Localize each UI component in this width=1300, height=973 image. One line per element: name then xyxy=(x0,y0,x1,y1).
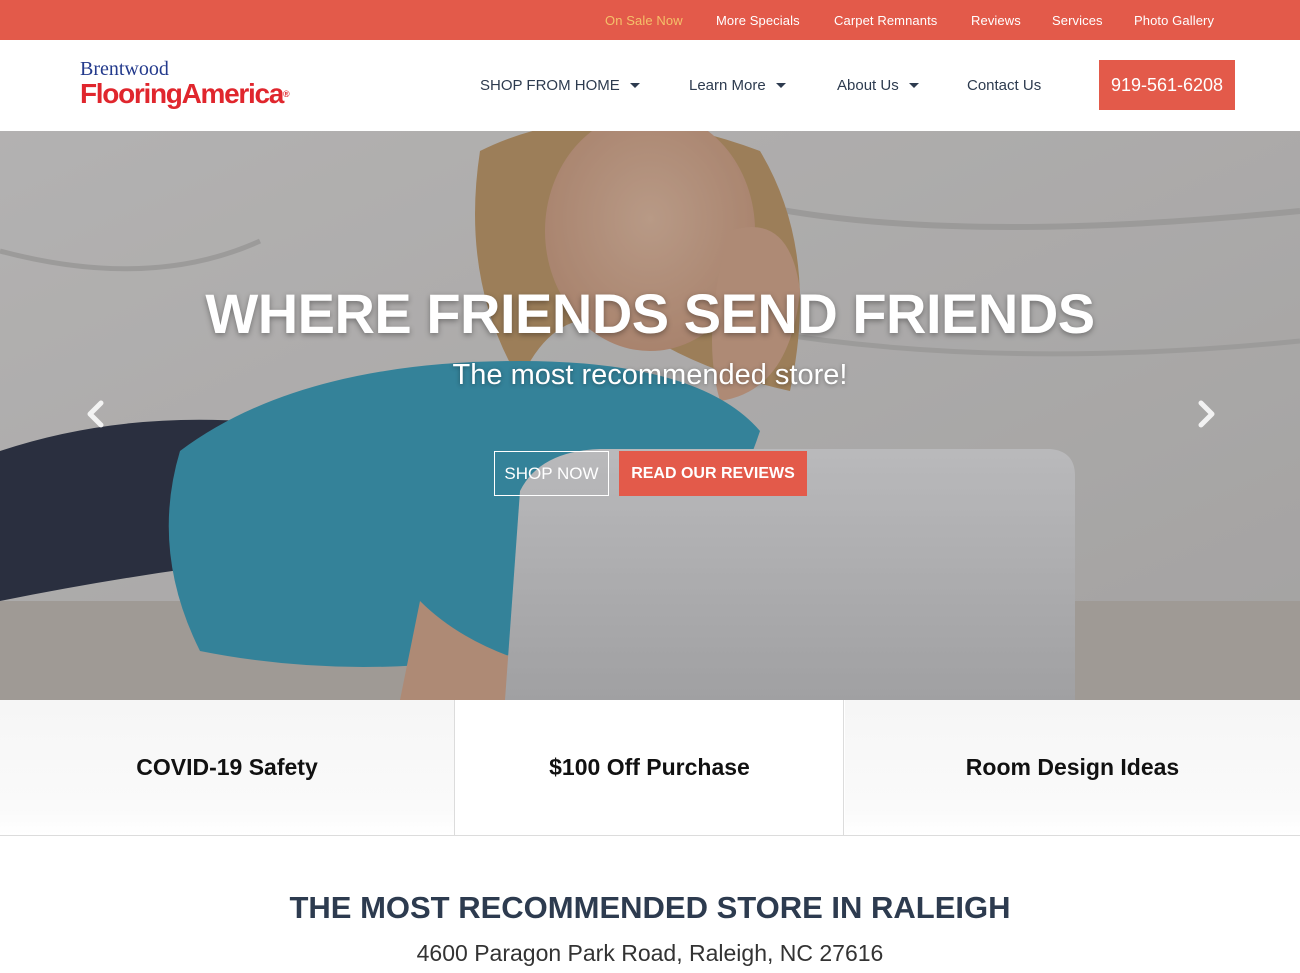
topbar-link-more-specials[interactable]: More Specials xyxy=(716,13,800,28)
site-header: Brentwood FlooringAmerica® SHOP FROM HOM… xyxy=(0,40,1300,131)
shop-now-button[interactable]: SHOP NOW xyxy=(494,451,609,496)
topbar-link-services[interactable]: Services xyxy=(1052,13,1103,28)
feature-room-design-ideas[interactable]: Room Design Ideas xyxy=(845,700,1300,835)
nav-contact-us-label: Contact Us xyxy=(967,77,1042,94)
nav-shop-from-home[interactable]: SHOP FROM HOME xyxy=(480,77,640,94)
nav-contact-us[interactable]: Contact Us xyxy=(967,77,1041,94)
hero-subtitle: The most recommended store! xyxy=(452,359,848,391)
brand-logo[interactable]: Brentwood FlooringAmerica® xyxy=(80,58,310,114)
logo-registered-mark: ® xyxy=(282,89,290,99)
caret-down-icon xyxy=(629,82,640,88)
nav-learn-more[interactable]: Learn More xyxy=(689,77,786,94)
chevron-left-icon[interactable] xyxy=(82,399,112,429)
hero-overlay xyxy=(0,131,1300,700)
chevron-right-icon[interactable] xyxy=(1190,399,1220,429)
feature-100-off[interactable]: $100 Off Purchase xyxy=(456,700,844,835)
nav-about-us[interactable]: About Us xyxy=(837,77,919,94)
logo-line-brentwood: Brentwood xyxy=(80,58,169,80)
section-title: THE MOST RECOMMENDED STORE IN RALEIGH xyxy=(289,890,1011,925)
topbar-link-carpet-remnants[interactable]: Carpet Remnants xyxy=(834,13,937,28)
topbar-link-on-sale-now[interactable]: On Sale Now xyxy=(605,13,683,28)
topbar-link-reviews[interactable]: Reviews xyxy=(971,13,1021,28)
caret-down-icon xyxy=(908,82,919,88)
top-utility-bar: On Sale Now More Specials Carpet Remnant… xyxy=(0,0,1300,40)
read-reviews-button[interactable]: READ OUR REVIEWS xyxy=(619,451,807,496)
topbar-link-photo-gallery[interactable]: Photo Gallery xyxy=(1134,13,1214,28)
nav-learn-more-label: Learn More xyxy=(689,77,766,94)
store-address: 4600 Paragon Park Road, Raleigh, NC 2761… xyxy=(416,940,884,966)
logo-wordmark: FlooringAmerica xyxy=(80,78,284,109)
hero-title: WHERE FRIENDS SEND FRIENDS xyxy=(205,282,1095,345)
feature-covid-safety[interactable]: COVID-19 Safety xyxy=(0,700,455,835)
feature-links: COVID-19 Safety $100 Off Purchase Room D… xyxy=(0,700,1300,836)
logo-line-flooring-america: FlooringAmerica® xyxy=(80,78,290,110)
nav-shop-from-home-label: SHOP FROM HOME xyxy=(480,77,620,94)
hero-carousel: WHERE FRIENDS SEND FRIENDS The most reco… xyxy=(0,131,1300,700)
caret-down-icon xyxy=(775,82,786,88)
nav-about-us-label: About Us xyxy=(837,77,899,94)
phone-button[interactable]: 919-561-6208 xyxy=(1099,60,1235,110)
